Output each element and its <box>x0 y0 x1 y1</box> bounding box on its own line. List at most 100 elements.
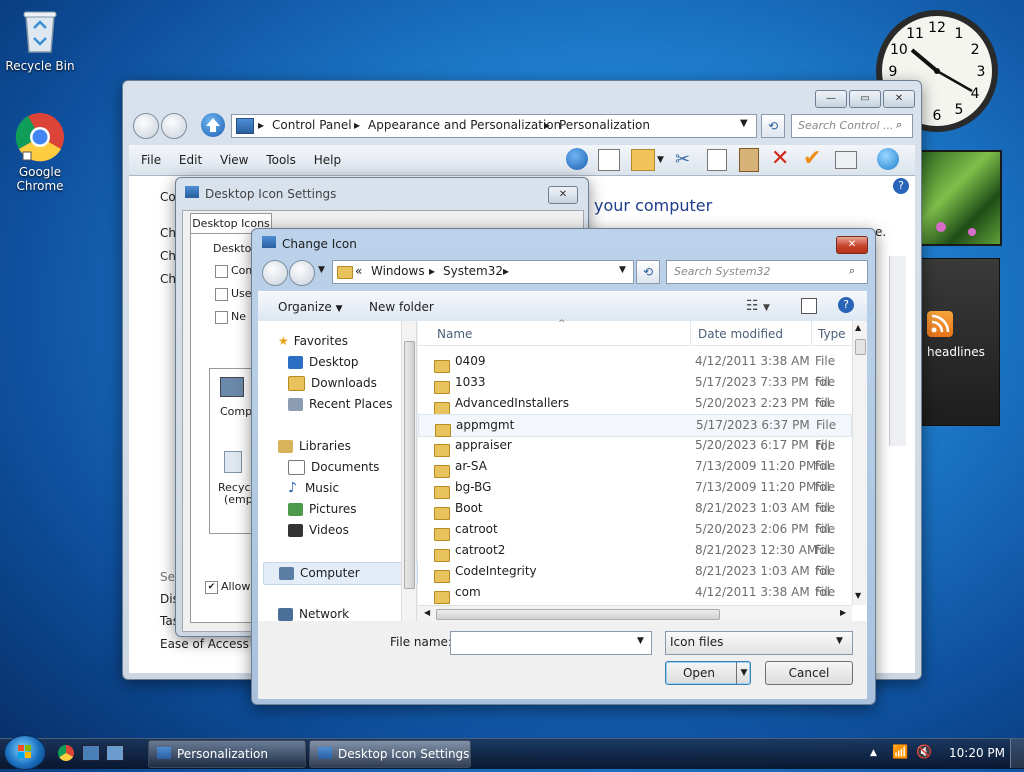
switch-windows-icon[interactable] <box>106 745 124 761</box>
paste-icon[interactable] <box>739 148 759 172</box>
file-row[interactable]: appraiser 5/20/2023 6:17 PM File fol <box>418 435 852 473</box>
file-row[interactable]: ar-SA 7/13/2009 11:20 PM File fol <box>418 456 852 494</box>
network-status-icon[interactable]: 📶 <box>892 745 908 760</box>
maximize-button[interactable]: ▭ <box>849 90 881 108</box>
preview-pane-icon[interactable] <box>801 298 817 314</box>
scrollbar[interactable] <box>889 256 906 446</box>
checkbox-network[interactable]: Ne <box>215 310 246 324</box>
breadcrumb-personalization[interactable]: Personalization <box>559 118 650 132</box>
help-icon[interactable]: ? <box>893 178 909 194</box>
scroll-thumb[interactable] <box>404 341 415 589</box>
address-bar[interactable]: ▸ Control Panel ▸ Appearance and Persona… <box>231 114 757 138</box>
properties-icon[interactable] <box>835 151 857 169</box>
scissors-icon[interactable]: ✂ <box>675 149 690 170</box>
file-row[interactable]: Boot 8/21/2023 1:03 AM File fol <box>418 498 852 536</box>
nav-documents[interactable]: Documents <box>288 457 379 478</box>
scroll-thumb[interactable] <box>436 609 720 620</box>
file-row[interactable]: catroot 5/20/2023 2:06 PM File fol <box>418 519 852 557</box>
breadcrumb-control-panel[interactable]: Control Panel <box>272 118 352 132</box>
task-link[interactable]: Ch <box>160 249 176 263</box>
task-link[interactable]: Ch <box>160 272 176 286</box>
nav-favorites[interactable]: ★ Favorites <box>278 331 348 352</box>
refresh-button[interactable]: ⟲ <box>636 260 660 284</box>
feed-headlines-gadget[interactable]: headlines <box>920 258 1000 426</box>
start-button[interactable] <box>4 735 46 770</box>
nav-scrollbar[interactable] <box>401 321 416 621</box>
nav-videos[interactable]: Videos <box>288 520 349 541</box>
panes-icon[interactable] <box>598 149 620 171</box>
recycle-bin-shortcut[interactable]: Recycle Bin <box>0 8 80 73</box>
file-row[interactable]: catroot2 8/21/2023 12:30 AM File fol <box>418 540 852 578</box>
horizontal-scrollbar[interactable]: ◀ ▶ <box>418 605 852 622</box>
search-box[interactable]: Search System32 ⌕ <box>666 260 868 284</box>
overflow-chevron[interactable]: « <box>355 264 362 278</box>
checkbox-user-files[interactable]: Use <box>215 287 252 301</box>
nav-downloads[interactable]: Downloads <box>288 373 377 394</box>
back-button[interactable] <box>262 260 288 286</box>
show-hidden-icons-icon[interactable]: ▲ <box>870 748 877 758</box>
show-desktop-icon[interactable] <box>82 745 100 761</box>
delete-icon[interactable]: ✕ <box>771 146 789 171</box>
chevron-down-icon[interactable]: ▼ <box>740 118 748 129</box>
chevron-down-icon[interactable]: ▼ <box>657 155 664 165</box>
minimize-button[interactable]: — <box>815 90 847 108</box>
show-desktop-button[interactable] <box>1010 739 1024 768</box>
search-box[interactable]: Search Control ... ⌕ <box>791 114 913 138</box>
menu-file[interactable]: File <box>141 153 161 167</box>
close-button[interactable]: ✕ <box>883 90 915 108</box>
chevron-down-icon[interactable]: ▼ <box>836 636 843 646</box>
slideshow-gadget[interactable] <box>920 150 1002 246</box>
chevron-down-icon[interactable]: ▼ <box>637 636 644 646</box>
file-row[interactable]: CodeIntegrity 8/21/2023 1:03 AM File fol <box>418 561 852 599</box>
menu-edit[interactable]: Edit <box>179 153 202 167</box>
refresh-button[interactable]: ⟲ <box>761 114 785 138</box>
column-date-modified[interactable]: Date modified <box>698 327 783 341</box>
toolbar-up-icon[interactable] <box>566 148 588 170</box>
close-button[interactable]: ✕ <box>836 236 868 254</box>
column-type[interactable]: Type <box>818 327 846 341</box>
breadcrumb-windows[interactable]: Windows <box>371 264 425 278</box>
up-button[interactable] <box>201 113 225 137</box>
menu-tools[interactable]: Tools <box>266 153 296 167</box>
task-link[interactable]: Co <box>160 190 176 204</box>
organize-button[interactable]: Organize ▼ <box>278 300 343 314</box>
breadcrumb-system32[interactable]: System32 <box>443 264 503 278</box>
vertical-scrollbar[interactable]: ▲ ▼ <box>852 321 867 605</box>
back-button[interactable] <box>133 113 159 139</box>
file-row[interactable]: 1033 5/17/2023 7:33 PM File fol <box>418 372 852 410</box>
chevron-down-icon[interactable]: ▼ <box>619 265 626 275</box>
new-folder-button[interactable]: New folder <box>369 300 434 314</box>
chrome-shortcut[interactable]: Google Chrome <box>0 112 80 193</box>
taskbar-item-personalization[interactable]: Personalization <box>148 740 306 768</box>
nav-music[interactable]: ♪ Music <box>288 478 339 499</box>
file-row[interactable]: 0409 4/12/2011 3:38 AM File fol <box>418 351 852 389</box>
view-options-icon[interactable]: ☷ ▼ <box>746 298 770 314</box>
chevron-down-icon[interactable]: ▼ <box>318 265 325 275</box>
volume-muted-icon[interactable]: 🔇 <box>916 745 932 760</box>
nav-recent-places[interactable]: Recent Places <box>288 394 392 415</box>
task-link[interactable]: Ch <box>160 226 176 240</box>
nav-desktop[interactable]: Desktop <box>288 352 359 373</box>
file-row[interactable]: appmgmt 5/17/2023 6:37 PM File fol <box>418 414 852 453</box>
open-button[interactable]: Open ▼ <box>665 661 751 685</box>
breadcrumb-appearance[interactable]: Appearance and Personalization <box>368 118 561 132</box>
checkbox-allow-themes[interactable]: ✔ Allow <box>205 580 250 594</box>
checkbox-computer[interactable]: Com <box>215 264 256 278</box>
nav-computer[interactable]: Computer <box>263 562 418 585</box>
taskbar-item-desktop-icon-settings[interactable]: Desktop Icon Settings <box>309 740 471 768</box>
nav-network[interactable]: Network <box>278 604 349 625</box>
file-row[interactable]: bg-BG 7/13/2009 11:20 PM File fol <box>418 477 852 515</box>
nav-libraries[interactable]: Libraries <box>278 436 351 457</box>
address-bar[interactable]: « Windows ▸ System32 ▸ ▼ <box>332 260 634 284</box>
nav-pictures[interactable]: Pictures <box>288 499 357 520</box>
close-button[interactable]: ✕ <box>548 186 578 204</box>
forward-button[interactable] <box>289 260 315 286</box>
clock-time[interactable]: 10:20 PM <box>949 746 1005 760</box>
chevron-down-icon[interactable]: ▼ <box>736 662 751 684</box>
file-row[interactable]: AdvancedInstallers 5/20/2023 2:23 PM File … <box>418 393 852 431</box>
chrome-quicklaunch-icon[interactable] <box>58 745 74 761</box>
file-row[interactable]: com 4/12/2011 3:38 AM File fol <box>418 582 852 604</box>
scroll-thumb[interactable] <box>855 339 866 355</box>
help-icon[interactable]: ? <box>838 297 854 313</box>
column-name[interactable]: Name <box>437 327 472 341</box>
